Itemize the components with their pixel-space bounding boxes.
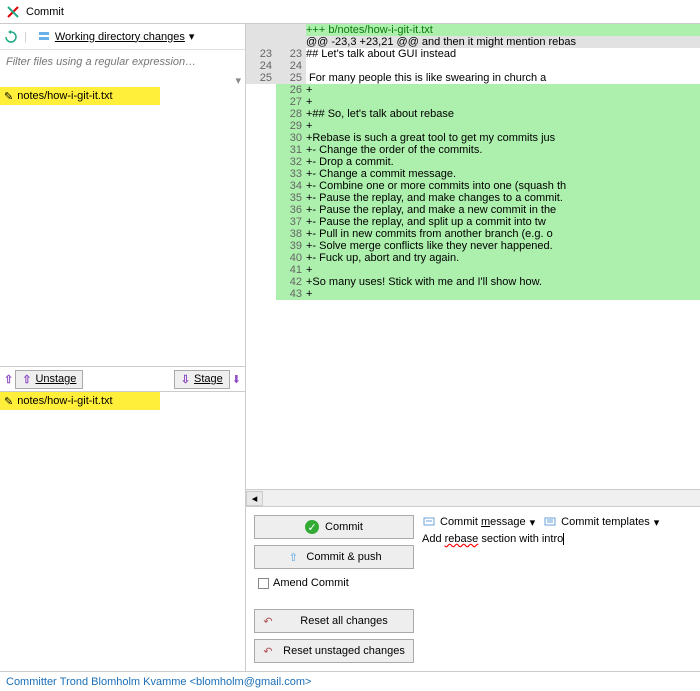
- left-pane: | Working directory changes ▾ ▾ ✎ notes/…: [0, 24, 246, 671]
- filter-dropdown-arrow[interactable]: ▾: [0, 74, 245, 87]
- diff-line[interactable]: 27+: [246, 96, 700, 108]
- unstage-button[interactable]: ⇧ Unstage: [15, 370, 83, 389]
- file-name: notes/how-i-git-it.txt: [17, 90, 112, 102]
- commit-message-dropdown[interactable]: Commit message ▾: [422, 515, 535, 529]
- diff-line[interactable]: 31+- Change the order of the commits.: [246, 144, 700, 156]
- committer-link[interactable]: Trond Blomholm Kvamme <blomholm@gmail.co…: [60, 676, 312, 688]
- chevron-down-icon: ▾: [189, 30, 195, 43]
- modified-icon: ✎: [4, 395, 13, 408]
- diff-line[interactable]: 2323## Let's talk about GUI instead: [246, 48, 700, 60]
- commit-buttons: ✓ Commit ⇧ Commit & push Amend Commit ↶ …: [254, 515, 414, 663]
- undo-icon: ↶: [261, 614, 275, 628]
- commit-templates-dropdown[interactable]: Commit templates ▾: [543, 515, 659, 529]
- file-name: notes/how-i-git-it.txt: [17, 395, 112, 407]
- diff-line[interactable]: 39+- Solve merge conflicts like they nev…: [246, 240, 700, 252]
- main-area: | Working directory changes ▾ ▾ ✎ notes/…: [0, 24, 700, 671]
- diff-line[interactable]: 30+Rebase is such a great tool to get my…: [246, 132, 700, 144]
- commit-push-button[interactable]: ⇧ Commit & push: [254, 545, 414, 569]
- diff-line[interactable]: 36+- Pause the replay, and make a new co…: [246, 204, 700, 216]
- unstaged-file-item[interactable]: ✎ notes/how-i-git-it.txt: [0, 87, 160, 105]
- push-up-icon: ⇧: [286, 550, 300, 564]
- app-icon: [6, 5, 20, 19]
- diff-view[interactable]: +++ b/notes/how-i-git-it.txt @@ -23,3 +2…: [246, 24, 700, 489]
- diff-line[interactable]: 28+## So, let's talk about rebase: [246, 108, 700, 120]
- diff-line[interactable]: 32+- Drop a commit.: [246, 156, 700, 168]
- commit-button[interactable]: ✓ Commit: [254, 515, 414, 539]
- diff-file-header: +++ b/notes/how-i-git-it.txt: [246, 24, 700, 36]
- horizontal-scrollbar[interactable]: ◂: [246, 489, 700, 506]
- chevron-down-icon: ▾: [654, 516, 660, 529]
- diff-hunk-header: @@ -23,3 +23,21 @@ and then it might men…: [246, 36, 700, 48]
- filter-input[interactable]: [2, 52, 232, 72]
- diff-line[interactable]: 34+- Combine one or more commits into on…: [246, 180, 700, 192]
- stage-all-icon[interactable]: ⬇: [232, 373, 241, 386]
- diff-line[interactable]: 37+- Pause the replay, and split up a co…: [246, 216, 700, 228]
- diff-line[interactable]: 26+: [246, 84, 700, 96]
- diff-line[interactable]: 2525 For many people this is like sweari…: [246, 72, 700, 84]
- commit-message-input[interactable]: Add rebase section with intro: [422, 533, 692, 545]
- working-changes-dropdown[interactable]: Working directory changes ▾: [33, 28, 199, 46]
- diff-line[interactable]: 35+- Pause the replay, and make changes …: [246, 192, 700, 204]
- reset-all-button[interactable]: ↶ Reset all changes: [254, 609, 414, 633]
- reset-unstaged-button[interactable]: ↶ Reset unstaged changes: [254, 639, 414, 663]
- diff-line[interactable]: 33+- Change a commit message.: [246, 168, 700, 180]
- stage-toolbar: ⇧ ⇧ Unstage ⇩ Stage ⬇: [0, 366, 245, 392]
- diff-line[interactable]: 29+: [246, 120, 700, 132]
- chevron-down-icon: ▾: [530, 516, 536, 529]
- template-icon: [543, 515, 557, 529]
- commit-message-area: Commit message ▾ Commit templates ▾ Add …: [422, 515, 692, 663]
- refresh-icon[interactable]: [4, 30, 18, 44]
- amend-checkbox[interactable]: Amend Commit: [254, 575, 414, 591]
- diff-line[interactable]: 2424: [246, 60, 700, 72]
- left-toolbar: | Working directory changes ▾: [0, 24, 245, 50]
- diff-line[interactable]: 40+- Fuck up, abort and try again.: [246, 252, 700, 264]
- diff-line[interactable]: 43+: [246, 288, 700, 300]
- committer-label: Committer: [6, 676, 57, 688]
- right-pane: +++ b/notes/how-i-git-it.txt @@ -23,3 +2…: [246, 24, 700, 671]
- commit-panel: ✓ Commit ⇧ Commit & push Amend Commit ↶ …: [246, 506, 700, 671]
- checkbox-icon: [258, 578, 269, 589]
- statusbar: Committer Trond Blomholm Kvamme <blomhol…: [0, 671, 700, 691]
- diff-line[interactable]: 42+So many uses! Stick with me and I'll …: [246, 276, 700, 288]
- arrow-down-icon: ⇩: [181, 373, 190, 386]
- message-icon: [422, 515, 436, 529]
- arrow-up-icon: ⇧: [22, 373, 31, 386]
- changes-icon: [37, 30, 51, 44]
- check-icon: ✓: [305, 520, 319, 534]
- window-title: Commit: [26, 6, 64, 18]
- titlebar: Commit: [0, 0, 700, 24]
- unstaged-file-list[interactable]: ✎ notes/how-i-git-it.txt: [0, 87, 245, 366]
- staged-file-item[interactable]: ✎ notes/how-i-git-it.txt: [0, 392, 160, 410]
- diff-line[interactable]: 41+: [246, 264, 700, 276]
- stage-button[interactable]: ⇩ Stage: [174, 370, 230, 389]
- staged-file-list[interactable]: ✎ notes/how-i-git-it.txt: [0, 392, 245, 671]
- unstage-all-icon[interactable]: ⇧: [4, 373, 13, 386]
- diff-line[interactable]: 38+- Pull in new commits from another br…: [246, 228, 700, 240]
- modified-icon: ✎: [4, 90, 13, 103]
- working-changes-label: Working directory changes: [55, 31, 185, 43]
- scroll-left-icon[interactable]: ◂: [246, 491, 263, 506]
- undo-icon: ↶: [261, 644, 275, 658]
